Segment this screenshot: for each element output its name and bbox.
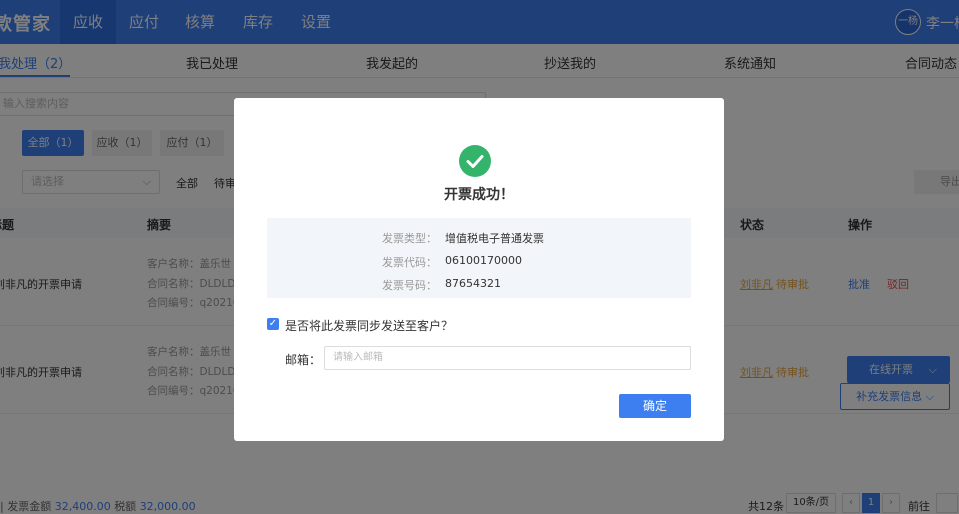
sync-to-customer-label[interactable]: 是否将此发票同步发送至客户？ <box>285 317 453 334</box>
invoice-success-dialog: 开票成功！ 发票类型： 增值税电子普通发票 发票代码： 06100170000 … <box>234 98 724 441</box>
email-label: 邮箱： <box>285 353 322 367</box>
invoice-code-label: 发票代码： <box>382 256 437 269</box>
invoice-number-label: 发票号码： <box>382 279 437 292</box>
invoice-info-box: 发票类型： 增值税电子普通发票 发票代码： 06100170000 发票号码： … <box>267 218 691 298</box>
invoice-number-value: 87654321 <box>445 277 501 290</box>
email-field[interactable]: 请输入邮箱 <box>324 346 691 370</box>
success-check-icon <box>459 145 491 177</box>
dialog-title: 开票成功！ <box>444 187 514 203</box>
sync-to-customer-checkbox[interactable]: ✓ <box>267 318 279 330</box>
invoice-type-label: 发票类型： <box>382 232 437 245</box>
invoice-code-value: 06100170000 <box>445 254 522 267</box>
confirm-button[interactable]: 确定 <box>619 394 691 418</box>
invoice-type-value: 增值税电子普通发票 <box>445 232 544 245</box>
